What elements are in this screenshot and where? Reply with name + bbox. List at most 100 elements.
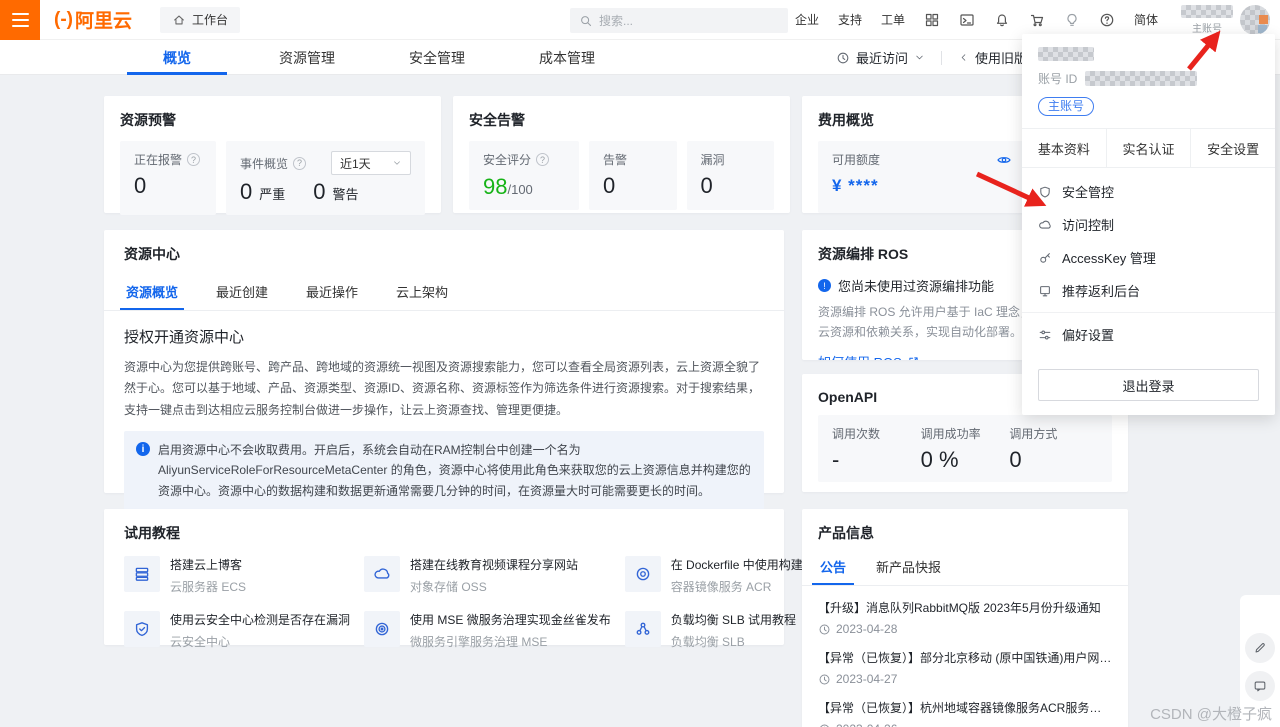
cloud-icon bbox=[364, 556, 400, 592]
menu-item-accesskey[interactable]: AccessKey 管理 bbox=[1022, 241, 1275, 274]
divider bbox=[941, 51, 942, 65]
tab-resource-management[interactable]: 资源管理 bbox=[242, 40, 372, 75]
resource-alert-card: 资源预警 正在报警? 0 事件概览? 近1天 0严重 0警告 bbox=[104, 96, 441, 213]
api-calls-label: 调用次数 bbox=[832, 425, 921, 442]
api-calls-stat: 调用次数 - bbox=[832, 425, 921, 472]
chevron-down-icon bbox=[392, 158, 402, 168]
vuln-value: 0 bbox=[701, 174, 761, 198]
tab-security-management[interactable]: 安全管理 bbox=[372, 40, 502, 75]
logout-button[interactable]: 退出登录 bbox=[1038, 369, 1259, 401]
recent-visits-label: 最近访问 bbox=[856, 48, 908, 67]
feedback-pencil-button[interactable] bbox=[1245, 633, 1275, 663]
info-icon: i bbox=[136, 442, 150, 456]
menu-item-ram[interactable]: 访问控制 bbox=[1022, 208, 1275, 241]
tab-overview[interactable]: 概览 bbox=[112, 40, 242, 75]
tutorial-ecs[interactable]: 搭建云上博客云服务器 ECS bbox=[124, 556, 350, 595]
chevron-left-icon bbox=[958, 52, 969, 63]
ros-link-label: 如何使用 ROS bbox=[818, 352, 902, 360]
bell-icon[interactable] bbox=[994, 12, 1010, 28]
announcement-date: 2023-04-26 bbox=[836, 722, 897, 727]
account-entry[interactable]: 主账号 bbox=[1181, 5, 1270, 35]
ros-howto-link[interactable]: 如何使用 ROS bbox=[818, 352, 920, 360]
menu-item-label: 访问控制 bbox=[1062, 215, 1114, 234]
tutorials-grid: 搭建云上博客云服务器 ECS 搭建在线教育视频课程分享网站对象存储 OSS 在 … bbox=[124, 556, 764, 650]
menu-item-security-control[interactable]: 安全管控 bbox=[1022, 175, 1275, 208]
nav-right: 最近访问 使用旧版 bbox=[836, 40, 1027, 75]
shield-icon bbox=[1038, 185, 1052, 199]
help-icon[interactable]: ? bbox=[536, 153, 549, 166]
bulb-icon[interactable] bbox=[1064, 12, 1080, 28]
tab-recent-operations[interactable]: 最近操作 bbox=[304, 276, 360, 310]
announcement-item[interactable]: 【异常（已恢复）】杭州地域容器镜像服务ACR服务异常 2023-04-26 bbox=[818, 699, 1112, 727]
console-icon[interactable] bbox=[959, 12, 975, 28]
slb-icon bbox=[625, 611, 661, 647]
resource-center-notice: i 启用资源中心不会收取费用。开启后，系统会自动在RAM控制台中创建一个名为 A… bbox=[124, 431, 764, 510]
announcement-item[interactable]: 【异常（已恢复）】部分北京移动 (原中国铁通)用户网络访问存在丢包... 202… bbox=[818, 649, 1112, 686]
tutorial-oss[interactable]: 搭建在线教育视频课程分享网站对象存储 OSS bbox=[364, 556, 611, 595]
event-range-select[interactable]: 近1天 bbox=[331, 151, 411, 175]
tutorials-card: 试用教程 搭建云上博客云服务器 ECS 搭建在线教育视频课程分享网站对象存储 O… bbox=[104, 509, 784, 645]
announcement-title: 【异常（已恢复）】部分北京移动 (原中国铁通)用户网络访问存在丢包... bbox=[818, 649, 1112, 666]
menu-item-rebate[interactable]: 推荐返利后台 bbox=[1022, 274, 1275, 307]
tab-real-name-auth[interactable]: 实名认证 bbox=[1106, 129, 1191, 167]
tab-security-settings[interactable]: 安全设置 bbox=[1190, 129, 1275, 167]
tab-announcements[interactable]: 公告 bbox=[818, 553, 848, 585]
alarm-label: 告警 bbox=[603, 151, 627, 168]
tab-cost-management[interactable]: 成本管理 bbox=[502, 40, 632, 75]
account-menu-list: 安全管控 访问控制 AccessKey 管理 推荐返利后台 偏好设置 bbox=[1022, 168, 1275, 353]
announcement-item[interactable]: 【升级】消息队列RabbitMQ版 2023年5月份升级通知 2023-04-2… bbox=[818, 599, 1112, 636]
global-search[interactable] bbox=[570, 8, 788, 33]
tab-recently-created[interactable]: 最近创建 bbox=[214, 276, 270, 310]
event-range-value: 近1天 bbox=[340, 155, 371, 172]
vuln-statbox: 漏洞 0 bbox=[687, 141, 775, 210]
help-icon[interactable] bbox=[1099, 12, 1115, 28]
help-icon[interactable]: ? bbox=[293, 157, 306, 170]
resource-center-tabs: 资源概览 最近创建 最近操作 云上架构 bbox=[104, 276, 784, 311]
menu-item-preferences[interactable]: 偏好设置 bbox=[1022, 318, 1275, 351]
product-info-card: 产品信息 公告 新产品快报 【升级】消息队列RabbitMQ版 2023年5月份… bbox=[802, 509, 1128, 727]
workbench-button[interactable]: 工作台 bbox=[160, 7, 240, 33]
chat-button[interactable] bbox=[1245, 671, 1275, 701]
cart-icon[interactable] bbox=[1029, 12, 1045, 28]
tutorial-title: 使用 MSE 微服务治理实现金丝雀发布 bbox=[410, 611, 611, 628]
help-icon[interactable]: ? bbox=[187, 153, 200, 166]
clock-icon bbox=[818, 623, 831, 636]
legacy-version-button[interactable]: 使用旧版 bbox=[958, 48, 1027, 67]
hamburger-menu-icon[interactable] bbox=[0, 0, 40, 40]
tutorial-security-center[interactable]: 使用云安全中心检测是否存在漏洞云安全中心 bbox=[124, 611, 350, 650]
apps-icon[interactable] bbox=[924, 12, 940, 28]
topbar-link-support[interactable]: 支持 bbox=[838, 11, 862, 28]
product-info-title: 产品信息 bbox=[818, 523, 1112, 543]
aliyun-logo[interactable]: (-)阿里云 bbox=[54, 6, 132, 33]
alerting-statbox: 正在报警? 0 bbox=[120, 141, 216, 215]
tutorial-title: 使用云安全中心检测是否存在漏洞 bbox=[170, 611, 350, 628]
tab-cloud-architecture[interactable]: 云上架构 bbox=[394, 276, 450, 310]
resource-center-title: 资源中心 bbox=[124, 244, 764, 264]
tutorial-sub: 微服务引擎服务治理 MSE bbox=[410, 633, 611, 650]
warning-label: 警告 bbox=[333, 184, 359, 203]
score-total: /100 bbox=[507, 182, 532, 197]
tutorial-sub: 云安全中心 bbox=[170, 633, 350, 650]
key-icon bbox=[1038, 251, 1052, 265]
search-input[interactable] bbox=[599, 14, 759, 28]
account-dropdown-tabs: 基本资料 实名认证 安全设置 bbox=[1022, 128, 1275, 168]
topbar-link-enterprise[interactable]: 企业 bbox=[795, 11, 819, 28]
eye-icon[interactable] bbox=[996, 152, 1012, 168]
resource-alert-title: 资源预警 bbox=[120, 110, 425, 130]
api-success-label: 调用成功率 bbox=[921, 425, 1010, 442]
tab-new-products[interactable]: 新产品快报 bbox=[874, 553, 943, 585]
avatar[interactable] bbox=[1240, 5, 1270, 35]
topbar-link-ticket[interactable]: 工单 bbox=[881, 11, 905, 28]
announcement-date: 2023-04-28 bbox=[836, 622, 897, 636]
account-dropdown: 账号 ID 主账号 基本资料 实名认证 安全设置 安全管控 访问控制 Acces… bbox=[1022, 34, 1275, 415]
language-switch[interactable]: 简体 bbox=[1134, 11, 1158, 28]
menu-item-label: 偏好设置 bbox=[1062, 325, 1114, 344]
monitor-icon bbox=[1038, 284, 1052, 298]
tab-resource-overview[interactable]: 资源概览 bbox=[124, 276, 180, 310]
score-label: 安全评分 bbox=[483, 151, 531, 168]
tab-basic-info[interactable]: 基本资料 bbox=[1022, 129, 1106, 167]
notice-text: 启用资源中心不会收取费用。开启后，系统会自动在RAM控制台中创建一个名为 Ali… bbox=[158, 440, 752, 501]
tutorial-mse[interactable]: 使用 MSE 微服务治理实现金丝雀发布微服务引擎服务治理 MSE bbox=[364, 611, 611, 650]
recent-visits-dropdown[interactable]: 最近访问 bbox=[836, 48, 925, 67]
legacy-version-label: 使用旧版 bbox=[975, 48, 1027, 67]
